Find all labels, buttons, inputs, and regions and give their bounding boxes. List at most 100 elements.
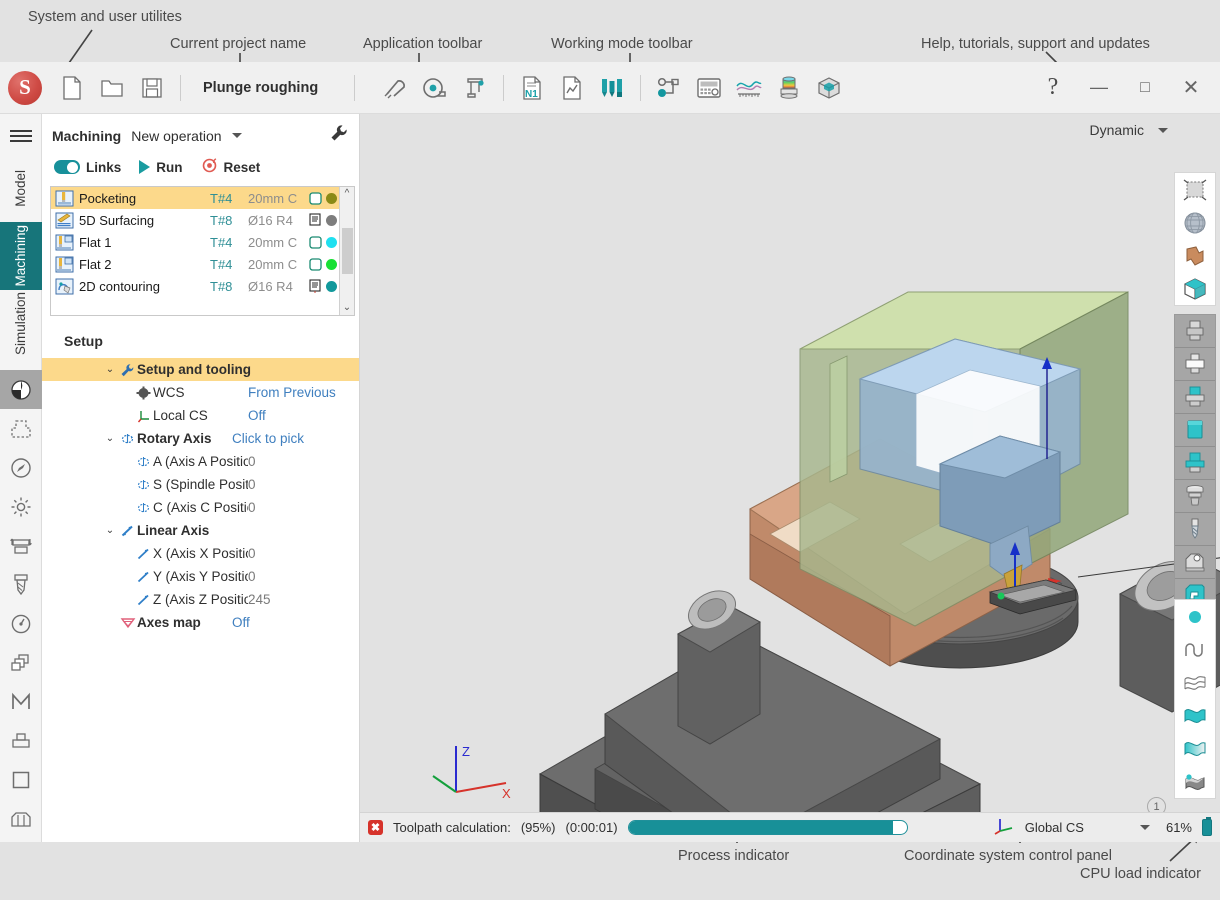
expand-chevron-icon[interactable]: ⌄ (102, 433, 118, 444)
tree-row-spindle-s[interactable]: S (Spindle Positio 0 (42, 473, 359, 496)
filter-curve-icon[interactable] (1175, 633, 1215, 666)
wrench-icon[interactable] (329, 123, 349, 148)
multi-part-icon[interactable] (0, 799, 42, 838)
coordinate-system-icon[interactable] (993, 815, 1015, 840)
view-control-toolbar[interactable] (1174, 172, 1216, 306)
machine-m-icon[interactable] (0, 682, 42, 721)
help-button[interactable]: ? (1030, 67, 1076, 109)
visibility-control-toolbar[interactable] (1174, 314, 1216, 646)
filter-surface-icon[interactable] (1175, 699, 1215, 732)
tree-value[interactable]: 0 (248, 546, 256, 561)
mode-tab-simulation[interactable]: Simulation (0, 290, 42, 358)
feed-optimize-icon[interactable] (729, 68, 769, 108)
tree-row-axis-z[interactable]: Z (Axis Z Position 245 (42, 588, 359, 611)
selection-filter-toolbar[interactable] (1174, 599, 1216, 799)
tree-value[interactable]: Click to pick (232, 431, 304, 446)
operation-flag-icon[interactable] (306, 213, 324, 227)
coordinate-system-label[interactable]: Global CS (1025, 820, 1084, 835)
stock-visibility-icon[interactable] (1175, 381, 1215, 414)
new-operation-dropdown-label[interactable]: New operation (131, 128, 221, 144)
stock-box-icon[interactable] (809, 68, 849, 108)
operation-row-pocketing[interactable]: Pocketing T#4 20mm C (51, 187, 339, 209)
tree-row-axes-map[interactable]: Axes map Off (42, 611, 359, 634)
mode-tab-machining[interactable]: Machining (0, 222, 42, 290)
isometric-cube-icon[interactable] (1175, 272, 1215, 305)
layers-icon[interactable] (0, 643, 42, 682)
filter-face-icon[interactable] (1175, 732, 1215, 765)
compass-icon[interactable] (0, 448, 42, 487)
scroll-down-icon[interactable]: ⌄ (343, 301, 351, 315)
tree-value[interactable]: From Previous (248, 385, 336, 400)
tree-value[interactable]: 0 (248, 477, 256, 492)
operation-flag-icon[interactable] (306, 279, 324, 293)
blank-part-icon[interactable] (0, 760, 42, 799)
chevron-down-icon[interactable] (1139, 825, 1150, 830)
3d-viewport[interactable]: Dynamic Z X 1 (360, 114, 1220, 842)
fixture-icon[interactable] (0, 721, 42, 760)
minimize-button[interactable]: — (1076, 67, 1122, 109)
links-toggle[interactable]: Links (54, 160, 121, 175)
part-visibility-icon[interactable] (1175, 414, 1215, 447)
caliper-icon[interactable] (455, 68, 495, 108)
scroll-thumb[interactable] (341, 228, 353, 274)
tree-value[interactable]: 0 (248, 569, 256, 584)
expand-chevron-icon[interactable]: ⌄ (102, 525, 118, 536)
process-node-icon[interactable] (649, 68, 689, 108)
close-button[interactable]: ✕ (1168, 67, 1214, 109)
links-toggle-switch[interactable] (54, 160, 80, 174)
operations-scrollbar[interactable]: ^ ⌄ (339, 187, 354, 315)
holder-visibility-icon[interactable] (1175, 546, 1215, 579)
error-icon[interactable]: ✖ (368, 820, 383, 835)
filter-solid-icon[interactable] (1175, 765, 1215, 798)
operation-flag-icon[interactable] (306, 257, 324, 271)
tree-value[interactable]: 0 (248, 454, 256, 469)
clamp-visibility-icon[interactable] (1175, 480, 1215, 513)
tree-value[interactable]: 245 (248, 592, 271, 607)
tree-row-rotary-axis[interactable]: ⌄ Rotary Axis Click to pick (42, 427, 359, 450)
machine-visibility-icon[interactable] (1175, 315, 1215, 348)
operation-row-5d-surfacing[interactable]: 5D Surfacing T#8 Ø16 R4 (51, 209, 339, 231)
tree-value[interactable]: Off (248, 408, 266, 423)
tree-row-axis-a[interactable]: A (Axis A Position 0 (42, 450, 359, 473)
tree-row-local-cs[interactable]: Local CS Off (42, 404, 359, 427)
measure-icon[interactable] (415, 68, 455, 108)
reset-button[interactable]: Reset (201, 157, 260, 177)
stock-setup-icon[interactable] (0, 526, 42, 565)
machine-model-3d[interactable]: G54 (360, 114, 1220, 842)
tree-row-linear-axis[interactable]: ⌄ Linear Axis (42, 519, 359, 542)
save-disk-icon[interactable] (132, 68, 172, 108)
shading-mode-icon[interactable] (0, 370, 42, 409)
nc-program-icon[interactable]: N1 (512, 68, 552, 108)
tree-row-axis-y[interactable]: Y (Axis Y Position 0 (42, 565, 359, 588)
control-panel-icon[interactable] (689, 68, 729, 108)
magnet-icon[interactable] (375, 68, 415, 108)
mode-tab-model[interactable]: Model (0, 154, 42, 222)
endmill-tool-icon[interactable] (0, 565, 42, 604)
operation-row-2d-contouring[interactable]: 2D contouring T#8 Ø16 R4 (51, 275, 339, 297)
filter-point-icon[interactable] (1175, 600, 1215, 633)
maximize-button[interactable]: □ (1122, 67, 1168, 109)
tree-value[interactable]: Off (232, 615, 250, 630)
operation-row-flat-1[interactable]: Flat 1 T#4 20mm C (51, 231, 339, 253)
hamburger-menu-icon[interactable] (0, 118, 42, 154)
operation-row-flat-2[interactable]: Flat 2 T#4 20mm C (51, 253, 339, 275)
feeds-speeds-icon[interactable] (0, 604, 42, 643)
orient-face-icon[interactable] (1175, 239, 1215, 272)
operation-flag-icon[interactable] (306, 191, 324, 205)
tree-row-axis-c[interactable]: C (Axis C Position 0 (42, 496, 359, 519)
filter-mesh-icon[interactable] (1175, 666, 1215, 699)
run-button[interactable]: Run (139, 160, 183, 175)
tree-row-axis-x[interactable]: X (Axis X Position 0 (42, 542, 359, 565)
fit-to-screen-icon[interactable] (1175, 173, 1215, 206)
tool-visibility-icon[interactable] (1175, 513, 1215, 546)
fixture-visibility-icon[interactable] (1175, 348, 1215, 381)
new-file-icon[interactable] (52, 68, 92, 108)
globe-view-icon[interactable] (1175, 206, 1215, 239)
tree-value[interactable]: 0 (248, 500, 256, 515)
tree-row-wcs[interactable]: WCS From Previous (42, 381, 359, 404)
report-chart-icon[interactable] (552, 68, 592, 108)
operation-flag-icon[interactable] (306, 235, 324, 249)
settings-gear-icon[interactable] (0, 487, 42, 526)
scroll-up-icon[interactable]: ^ (345, 187, 350, 201)
tree-row-setup-and-tooling[interactable]: ⌄ Setup and tooling (42, 358, 359, 381)
